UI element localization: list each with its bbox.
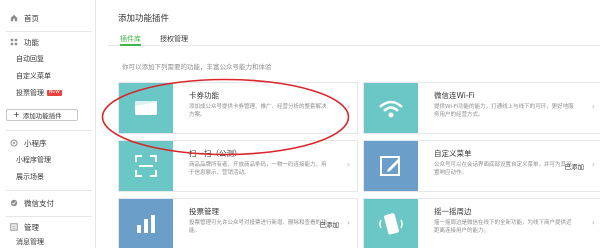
tab-bar: 插件库 授权管理 <box>108 30 600 46</box>
plugin-card-wifi[interactable]: 微信连Wi-Fi 提供Wi-Fi功能的能力，打通线上与线下的可环，更好地服务用户… <box>363 82 600 134</box>
scan-icon <box>135 155 157 177</box>
plugin-thumb <box>119 83 173 133</box>
plugin-thumb <box>119 141 173 191</box>
sidebar-section-miniprogram-label: 小程序 <box>24 138 47 148</box>
plugin-thumb <box>119 199 173 248</box>
sidebar-item-messages[interactable]: 消息管理 <box>16 236 44 248</box>
plugin-card-custom-menu[interactable]: 自定义菜单 公众号可以在会话界面底部设置自定义菜单，并可为其设置响应动作。 已添… <box>363 140 600 192</box>
sidebar-item-label: 投票管理 <box>16 89 44 97</box>
plugin-card-vote[interactable]: 投票管理 投票管理可允许公众号对投票进行新增、删除和查看的功能。 已添加 › <box>118 198 358 248</box>
card-icon <box>135 101 157 115</box>
sidebar-divider <box>6 130 92 131</box>
plugin-title: 摇一摇周边 <box>434 207 472 216</box>
plugin-title: 自定义菜单 <box>434 149 472 158</box>
sidebar-section-manage-label: 管理 <box>24 222 39 232</box>
sidebar-item-custom-menu[interactable]: 自定义菜单 <box>16 70 51 82</box>
shake-icon <box>379 213 403 235</box>
tab-authorization[interactable]: 授权管理 <box>160 34 188 46</box>
add-plugin-label: 添加功能插件 <box>22 112 62 120</box>
sidebar-divider <box>6 31 92 32</box>
add-plugin-button[interactable]: + 添加功能插件 <box>6 109 78 121</box>
wifi-icon <box>379 100 403 118</box>
chevron-right-icon: › <box>346 102 350 111</box>
plugin-title: 微信连Wi-Fi <box>434 91 475 100</box>
plugin-title: 投票管理 <box>189 207 219 216</box>
sidebar-wechat-pay-label: 微信支付 <box>24 198 54 208</box>
sidebar-section-manage: 管理 <box>10 221 39 233</box>
plugin-thumb <box>364 199 418 248</box>
sidebar-item-auto-reply[interactable]: 自动回复 <box>16 53 44 65</box>
new-badge: NEW <box>47 90 62 96</box>
sidebar-section-feature-label: 功能 <box>24 37 39 47</box>
plugin-desc: 提供Wi-Fi功能的能力，打通线上与线下的可环，更好地服务用户的经营方式。 <box>434 104 574 118</box>
sidebar-home-label: 首页 <box>24 13 39 23</box>
chevron-right-icon: › <box>346 160 350 169</box>
plus-icon: + <box>13 110 20 119</box>
chevron-right-icon: › <box>591 102 595 111</box>
sidebar-item-label: 小程序管理 <box>16 156 51 164</box>
sidebar-section-feature: 功能 <box>10 36 39 48</box>
sidebar: 首页 功能 自动回复 自定义菜单 投票管理 NEW + 添加功能插件 小程序 小程序… <box>0 0 96 248</box>
chevron-right-icon: › <box>346 218 350 227</box>
sidebar-item-display-scene[interactable]: 展示场景 <box>16 171 44 183</box>
sidebar-wechat-pay[interactable]: 微信支付 <box>10 197 54 209</box>
plugin-desc: 投票管理可允许公众号对投票进行新增、删除和查看的功能。 <box>189 220 327 234</box>
plugin-card-scan[interactable]: 扫一扫（公测） 商品品牌所有者，开放商品条码，一物一码连接能力，用于信息展示、营… <box>118 140 358 192</box>
hint-text: 你可以添加下列需要的功能，丰富公众号能力和体验 <box>122 63 272 71</box>
sidebar-home[interactable]: 首页 <box>10 12 39 24</box>
plugin-title: 扫一扫（公测） <box>189 149 242 158</box>
plugin-card-coupon[interactable]: 卡券功能 添加成公众号提供卡券管理、推广、经营分析的整套解决方案。 › <box>118 82 358 134</box>
home-icon <box>10 14 18 22</box>
plugin-thumb <box>364 141 418 191</box>
tab-plugin-library[interactable]: 插件库 <box>120 34 141 46</box>
sidebar-divider <box>6 190 92 191</box>
added-status: 已添加 <box>319 221 340 229</box>
sidebar-item-label: 自定义菜单 <box>16 72 51 80</box>
sidebar-item-label: 自动回复 <box>16 55 44 63</box>
manage-icon <box>10 223 18 231</box>
grid-icon <box>10 38 18 46</box>
plugin-desc: 商品品牌所有者，开放商品条码，一物一码连接能力，用于信息展示、营销活动。 <box>189 162 327 176</box>
wechat-pay-icon <box>10 199 18 207</box>
sidebar-item-miniprogram-manage[interactable]: 小程序管理 <box>16 154 51 166</box>
plugin-desc: 添加成公众号提供卡券管理、推广、经营分析的整套解决方案。 <box>189 104 327 118</box>
miniprogram-icon <box>10 139 18 147</box>
sidebar-section-miniprogram: 小程序 <box>10 137 47 149</box>
plugin-title: 卡券功能 <box>189 91 219 100</box>
sidebar-item-label: 展示场景 <box>16 173 44 181</box>
sidebar-item-vote[interactable]: 投票管理 NEW <box>16 87 62 99</box>
plugin-card-shake[interactable]: 摇一摇周边 摇一摇周边是微信在线下的全新功能，为线下商户提供近距离连接用户的能力… <box>363 198 600 248</box>
bar-chart-icon <box>137 215 155 233</box>
sidebar-item-label: 消息管理 <box>16 238 44 246</box>
chevron-right-icon: › <box>591 218 595 227</box>
main-content: 添加功能插件 插件库 授权管理 你可以添加下列需要的功能，丰富公众号能力和体验 … <box>108 0 600 248</box>
page-title: 添加功能插件 <box>118 14 170 24</box>
chevron-right-icon: › <box>591 160 595 169</box>
added-status: 已添加 <box>564 163 585 171</box>
plugin-desc: 摇一摇周边是微信在线下的全新功能，为线下商户提供近距离连接用户的能力。 <box>434 220 572 234</box>
plugin-desc: 公众号可以在会话界面底部设置自定义菜单，并可为其设置响应动作。 <box>434 162 572 176</box>
edit-icon <box>380 156 400 176</box>
sidebar-divider <box>6 216 92 217</box>
plugin-thumb <box>364 83 418 133</box>
